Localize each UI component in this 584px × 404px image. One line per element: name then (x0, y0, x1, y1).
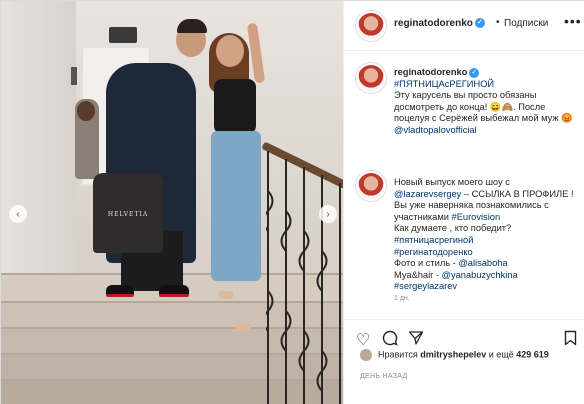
comment-line: Новый выпуск моего шоу с (394, 177, 510, 187)
caption-author-avatar[interactable] (356, 63, 386, 93)
carousel-next-button[interactable]: › (319, 205, 337, 223)
share-icon[interactable] (408, 330, 424, 351)
comment-text: Новый выпуск моего шоу с @lazarevsergey … (394, 177, 580, 293)
man-shoe (159, 285, 189, 297)
hashtag-link[interactable]: #Eurovision (452, 212, 501, 222)
hashtag-link[interactable]: #sergeylazarev (394, 281, 457, 291)
bag-logo: HELVETIA (107, 211, 149, 218)
verified-badge-icon: ✓ (474, 18, 485, 29)
header-separator: • (496, 17, 500, 28)
liker-avatar (360, 349, 372, 361)
comment-timestamp[interactable]: 1 дн. (394, 295, 410, 302)
post-photo[interactable]: HELVETIA ‹ › (1, 1, 343, 404)
hashtag-link[interactable]: #ПЯТНИЦАсРЕГИНОЙ (394, 79, 494, 89)
woman-shoe (235, 323, 251, 331)
man-hair (177, 19, 207, 33)
likes-count[interactable]: 429 619 (516, 349, 549, 359)
comment-line: Фото и стиль - (394, 258, 456, 269)
hashtag-link[interactable]: #пятницасрегиной (394, 235, 473, 245)
caption-text: reginatodorenko ✓ #ПЯТНИЦАсРЕГИНОЙ Эту ка… (394, 67, 580, 137)
wrought-iron-railing (266, 151, 341, 404)
heart-icon[interactable]: ♡ (356, 330, 370, 350)
ceiling-lamp (109, 27, 137, 43)
hashtag-link[interactable]: #регинатодоренко (394, 247, 473, 257)
woman-top (214, 79, 256, 134)
woman-arm (246, 22, 266, 84)
mention-link[interactable]: @alisaboha (458, 258, 507, 268)
author-username[interactable]: reginatodorenko ✓ (394, 18, 485, 29)
chevron-left-icon: ‹ (16, 208, 20, 220)
caption-username[interactable]: reginatodorenko (394, 67, 467, 77)
bookmark-icon[interactable] (564, 330, 577, 351)
follow-button[interactable]: Подписки (504, 18, 548, 29)
comment-line: Муа&hair - (394, 269, 439, 280)
verified-badge-icon: ✓ (469, 67, 480, 78)
comment-line: – ССЫЛКА В ПРОФИЛЕ ! (463, 188, 574, 199)
liker-username[interactable]: dmitryshepelev (420, 349, 486, 359)
instagram-post: HELVETIA ‹ › reginatodorenko ✓ • Подписки… (0, 0, 584, 404)
likes-summary[interactable]: Нравится dmitryshepelev и ещё 429 619 (360, 349, 549, 367)
post-side-panel: reginatodorenko ✓ • Подписки ••• reginato… (343, 1, 584, 404)
woman-shoe (219, 291, 233, 299)
comments-list[interactable]: reginatodorenko ✓ #ПЯТНИЦАсРЕГИНОЙ Эту ка… (344, 59, 584, 309)
woman-jeans (211, 131, 261, 281)
carousel-prev-button[interactable]: ‹ (9, 205, 27, 223)
caption-body: Эту карусель вы просто обязаны досмотрет… (394, 90, 573, 124)
username-text[interactable]: reginatodorenko (394, 18, 473, 29)
likes-prefix: Нравится (378, 349, 418, 360)
comment-author-avatar[interactable] (356, 171, 386, 201)
comment-line: Как думаете , кто победит? (394, 223, 512, 234)
mention-link[interactable]: @vladtopalovofficial (394, 125, 477, 135)
post-header: reginatodorenko ✓ • Подписки ••• (344, 1, 584, 51)
background-person-head (77, 101, 95, 121)
mention-link[interactable]: @yanabuzychkina (442, 270, 518, 280)
author-avatar[interactable] (356, 11, 386, 41)
chevron-right-icon: › (326, 208, 330, 220)
mention-link[interactable]: @lazarevsergey (394, 189, 461, 199)
comment-icon[interactable] (382, 330, 398, 351)
post-timestamp[interactable]: ДЕНЬ НАЗАД (360, 373, 408, 380)
more-horizontal-icon[interactable]: ••• (564, 13, 582, 29)
woman-head (216, 35, 244, 67)
likes-middle: и ещё (488, 349, 514, 360)
wall-switch (71, 67, 77, 85)
man-shoe (106, 285, 134, 297)
